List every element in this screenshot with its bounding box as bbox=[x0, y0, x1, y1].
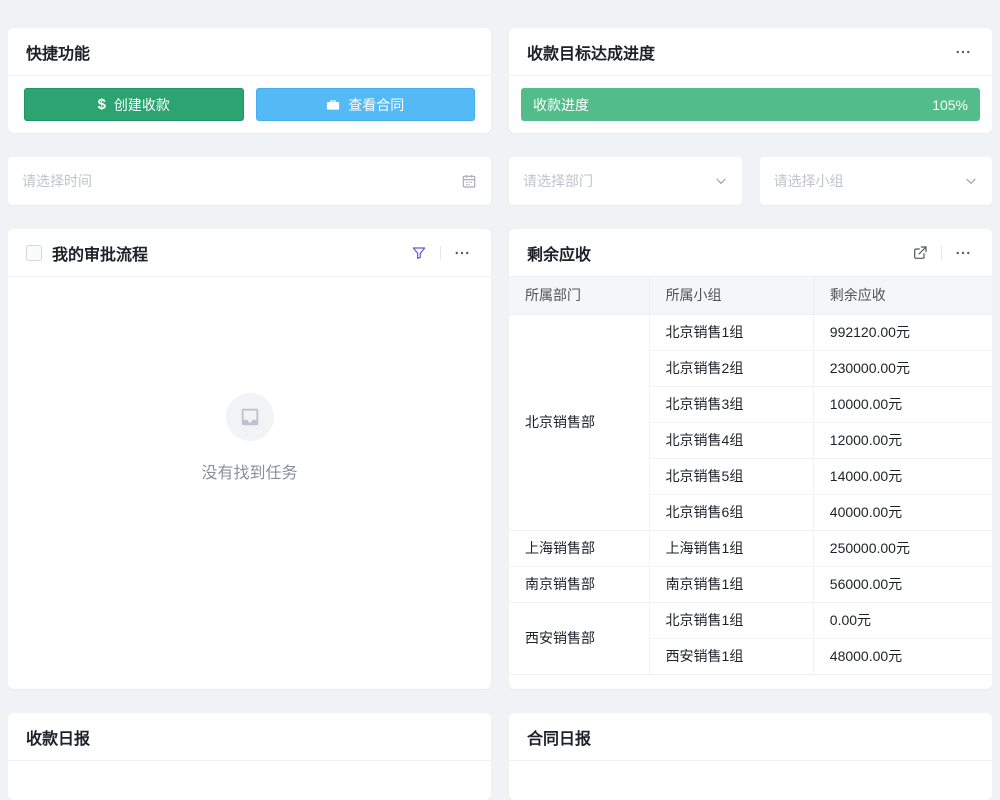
amount-cell: 48000.00元 bbox=[813, 638, 992, 674]
amount-cell: 10000.00元 bbox=[813, 386, 992, 422]
group-cell: 上海销售1组 bbox=[649, 530, 813, 566]
quick-actions-body: $ 创建收款 查看合同 bbox=[8, 76, 491, 133]
collection-progress-bar: 收款进度 105% bbox=[521, 88, 980, 121]
group-cell: 北京销售2组 bbox=[649, 350, 813, 386]
table-row: 上海销售部 上海销售1组 250000.00元 bbox=[509, 530, 992, 566]
group-cell: 南京销售1组 bbox=[649, 566, 813, 602]
card-title: 收款目标达成进度 bbox=[527, 40, 655, 64]
receivables-table-wrap: 所属部门 所属小组 剩余应收 北京销售部 北京销售1组 992120.00元 北… bbox=[509, 277, 992, 689]
view-contract-button[interactable]: 查看合同 bbox=[256, 88, 476, 121]
progress-bar-value: 105% bbox=[932, 97, 968, 113]
dept-cell: 上海销售部 bbox=[509, 530, 649, 566]
time-placeholder: 请选择时间 bbox=[22, 171, 92, 191]
approval-card: 我的审批流程 没有找到任务 bbox=[8, 229, 491, 689]
filter-funnel-icon[interactable] bbox=[406, 240, 432, 266]
approval-empty-state: 没有找到任务 bbox=[8, 277, 491, 689]
dollar-icon: $ bbox=[98, 96, 106, 113]
column-amount: 剩余应收 bbox=[813, 277, 992, 314]
table-header-row: 所属部门 所属小组 剩余应收 bbox=[509, 277, 992, 314]
more-icon[interactable] bbox=[950, 240, 976, 266]
amount-cell: 0.00元 bbox=[813, 602, 992, 638]
table-row: 北京销售部 北京销售1组 992120.00元 bbox=[509, 314, 992, 350]
card-title: 收款日报 bbox=[26, 725, 90, 749]
amount-cell: 40000.00元 bbox=[813, 494, 992, 530]
time-select-input[interactable]: 请选择时间 bbox=[8, 157, 491, 205]
create-payment-label: 创建收款 bbox=[114, 95, 170, 115]
contract-daily-card: 合同日报 bbox=[509, 713, 992, 800]
column-group: 所属小组 bbox=[649, 277, 813, 314]
progress-card: 收款目标达成进度 收款进度 105% bbox=[509, 28, 992, 133]
progress-bar-label: 收款进度 bbox=[533, 95, 589, 115]
amount-cell: 12000.00元 bbox=[813, 422, 992, 458]
amount-cell: 14000.00元 bbox=[813, 458, 992, 494]
create-payment-button[interactable]: $ 创建收款 bbox=[24, 88, 244, 121]
card-title: 快捷功能 bbox=[26, 40, 90, 64]
quick-actions-header: 快捷功能 bbox=[8, 28, 491, 76]
empty-circle bbox=[226, 393, 274, 441]
amount-cell: 250000.00元 bbox=[813, 530, 992, 566]
group-cell: 北京销售1组 bbox=[649, 602, 813, 638]
briefcase-icon bbox=[326, 98, 340, 112]
payment-daily-header: 收款日报 bbox=[8, 713, 491, 761]
card-title: 合同日报 bbox=[527, 725, 591, 749]
dept-cell: 南京销售部 bbox=[509, 566, 649, 602]
amount-cell: 992120.00元 bbox=[813, 314, 992, 350]
department-placeholder: 请选择部门 bbox=[523, 171, 593, 191]
select-all-checkbox[interactable] bbox=[26, 245, 42, 261]
group-placeholder: 请选择小组 bbox=[774, 171, 844, 191]
receivables-table: 所属部门 所属小组 剩余应收 北京销售部 北京销售1组 992120.00元 北… bbox=[509, 277, 992, 675]
inbox-icon bbox=[239, 406, 261, 428]
chevron-down-icon bbox=[964, 174, 978, 188]
group-cell: 北京销售4组 bbox=[649, 422, 813, 458]
progress-header: 收款目标达成进度 bbox=[509, 28, 992, 76]
receivables-card: 剩余应收 所属部门 所属小组 剩余应收 bbox=[509, 229, 992, 689]
group-cell: 北京销售5组 bbox=[649, 458, 813, 494]
right-filter-row: 请选择部门 请选择小组 bbox=[509, 157, 992, 205]
department-select-input[interactable]: 请选择部门 bbox=[509, 157, 742, 205]
dept-cell: 北京销售部 bbox=[509, 314, 649, 530]
receivables-header: 剩余应收 bbox=[509, 229, 992, 277]
chevron-down-icon bbox=[714, 174, 728, 188]
table-row: 西安销售部 北京销售1组 0.00元 bbox=[509, 602, 992, 638]
group-cell: 北京销售3组 bbox=[649, 386, 813, 422]
card-title: 我的审批流程 bbox=[52, 241, 148, 265]
group-select-input[interactable]: 请选择小组 bbox=[760, 157, 993, 205]
calendar-icon bbox=[461, 173, 477, 189]
card-title: 剩余应收 bbox=[527, 241, 591, 265]
dept-cell: 西安销售部 bbox=[509, 602, 649, 674]
group-cell: 北京销售1组 bbox=[649, 314, 813, 350]
header-divider bbox=[440, 246, 441, 260]
more-icon[interactable] bbox=[449, 240, 475, 266]
view-contract-label: 查看合同 bbox=[348, 95, 404, 115]
contract-daily-header: 合同日报 bbox=[509, 713, 992, 761]
amount-cell: 230000.00元 bbox=[813, 350, 992, 386]
quick-actions-card: 快捷功能 $ 创建收款 查看合同 bbox=[8, 28, 491, 133]
column-dept: 所属部门 bbox=[509, 277, 649, 314]
payment-daily-card: 收款日报 bbox=[8, 713, 491, 800]
empty-state-text: 没有找到任务 bbox=[201, 459, 297, 483]
dashboard-page: 快捷功能 $ 创建收款 查看合同 收款目标达成进度 收款 bbox=[0, 0, 1000, 800]
progress-body: 收款进度 105% bbox=[509, 76, 992, 133]
approval-header: 我的审批流程 bbox=[8, 229, 491, 277]
table-row: 南京销售部 南京销售1组 56000.00元 bbox=[509, 566, 992, 602]
amount-cell: 56000.00元 bbox=[813, 566, 992, 602]
group-cell: 西安销售1组 bbox=[649, 638, 813, 674]
more-icon[interactable] bbox=[950, 39, 976, 65]
header-divider bbox=[941, 246, 942, 260]
group-cell: 北京销售6组 bbox=[649, 494, 813, 530]
external-link-icon[interactable] bbox=[907, 240, 933, 266]
